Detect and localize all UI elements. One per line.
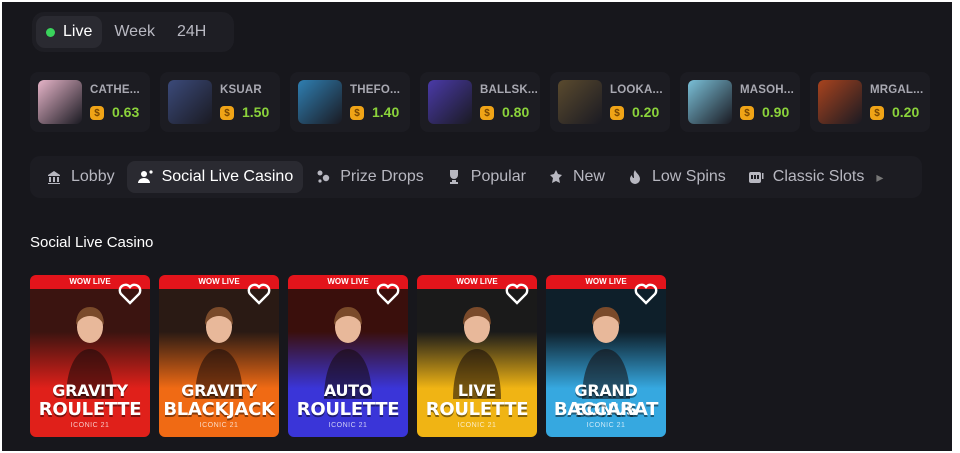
game-title-line1: AUTO	[323, 381, 373, 400]
lobby-icon	[46, 169, 62, 185]
coin-icon: $	[90, 106, 104, 120]
winner-amount: 0.20	[632, 104, 660, 120]
game-provider: ICONIC 21	[586, 422, 626, 429]
winner-amount: 1.50	[242, 104, 270, 120]
coin-icon: $	[220, 106, 234, 120]
game-card[interactable]: WOW LIVE LIVE ROULETTE ICONIC 21	[417, 275, 537, 437]
trophy-icon	[446, 169, 462, 185]
game-provider: ICONIC 21	[328, 422, 368, 429]
game-thumbnail[interactable]	[168, 80, 212, 124]
section-title: Social Live Casino	[30, 234, 154, 251]
winner-name: KSUAR	[220, 84, 262, 96]
category-label: Low Spins	[651, 168, 726, 185]
winner-name: MASOH...	[740, 84, 794, 96]
winner-amount: 0.63	[112, 104, 140, 120]
game-thumbnail[interactable]	[818, 80, 862, 124]
game-thumbnail[interactable]	[298, 80, 342, 124]
category-label: Popular	[470, 168, 526, 185]
game-thumbnail[interactable]	[428, 80, 472, 124]
game-card[interactable]: WOW LIVE GRAND BONUS BACCARAT ICONIC 21	[546, 275, 666, 437]
winner-item[interactable]: BALLSK... $ 0.80	[420, 72, 540, 132]
category-new[interactable]: New	[538, 161, 615, 193]
prize-drops-icon	[315, 169, 331, 185]
game-title-line2: BACCARAT	[553, 399, 659, 420]
game-title-line1: GRAVITY	[52, 381, 128, 400]
recent-winners-strip: CATHE... $ 0.63 KSUAR $ 1.50 THEFO... $ …	[30, 72, 930, 134]
live-status-dot	[46, 27, 55, 37]
game-provider: ICONIC 21	[199, 422, 239, 429]
game-title-line2: ROULETTE	[38, 399, 142, 420]
coin-icon: $	[870, 106, 884, 120]
winner-item[interactable]: CATHE... $ 0.63	[30, 72, 150, 132]
winner-amount: 0.80	[502, 104, 530, 120]
winner-name: THEFO...	[350, 84, 401, 96]
game-cards-row: WOW LIVE GRAVITY ROULETTE ICONIC 21 WOW L…	[30, 275, 666, 437]
winner-amount: 0.90	[762, 104, 790, 120]
coin-icon: $	[610, 106, 624, 120]
tab-week-label: Week	[114, 23, 155, 40]
category-lobby[interactable]: Lobby	[36, 161, 125, 193]
tab-live[interactable]: Live	[36, 16, 103, 48]
winner-name: CATHE...	[90, 84, 140, 96]
category-nav: Lobby Social Live Casino Prize Drops Pop…	[30, 156, 922, 198]
game-title-line1: LIVE	[457, 381, 497, 400]
app-frame: Live Week 24H CATHE... $ 0.63 KSUAR $ 1.…	[2, 2, 952, 451]
favorite-heart-icon[interactable]	[505, 283, 529, 305]
tab-24h-label: 24H	[176, 23, 207, 40]
game-card[interactable]: WOW LIVE GRAVITY BLACKJACK ICONIC 21	[159, 275, 279, 437]
category-social-live-casino[interactable]: Social Live Casino	[126, 161, 304, 193]
winner-item[interactable]: LOOKA... $ 0.20	[550, 72, 670, 132]
flame-icon	[627, 169, 643, 185]
game-thumbnail[interactable]	[688, 80, 732, 124]
game-title-line2: ROULETTE	[296, 399, 400, 420]
category-label: Classic Slots	[772, 168, 865, 185]
coin-icon: $	[350, 106, 364, 120]
winner-amount: 1.40	[372, 104, 400, 120]
time-filter-tabs: Live Week 24H	[32, 12, 234, 52]
coin-icon: $	[740, 106, 754, 120]
winner-item[interactable]: KSUAR $ 1.50	[160, 72, 280, 132]
winner-name: LOOKA...	[610, 84, 663, 96]
live-user-icon	[137, 169, 153, 185]
game-thumbnail[interactable]	[38, 80, 82, 124]
category-label: New	[572, 168, 605, 185]
tab-24h[interactable]: 24H	[167, 16, 216, 48]
category-popular[interactable]: Popular	[436, 161, 536, 193]
favorite-heart-icon[interactable]	[118, 283, 142, 305]
category-low-spins[interactable]: Low Spins	[617, 161, 736, 193]
game-title-line1: GRAVITY	[181, 381, 257, 400]
game-card[interactable]: WOW LIVE AUTO ROULETTE ICONIC 21	[288, 275, 408, 437]
category-label: Lobby	[71, 168, 115, 185]
category-classic-slots[interactable]: Classic Slots	[738, 161, 875, 193]
winner-name: MRGAL...	[870, 84, 924, 96]
category-label: Prize Drops	[340, 168, 424, 185]
tab-week[interactable]: Week	[104, 16, 165, 48]
winner-name: BALLSK...	[480, 84, 539, 96]
game-provider: ICONIC 21	[70, 422, 110, 429]
winner-item[interactable]: THEFO... $ 1.40	[290, 72, 410, 132]
winner-item[interactable]: MASOH... $ 0.90	[680, 72, 800, 132]
winner-amount: 0.20	[892, 104, 920, 120]
slot-machine-icon	[748, 169, 764, 185]
game-card[interactable]: WOW LIVE GRAVITY ROULETTE ICONIC 21	[30, 275, 150, 437]
winner-item[interactable]: MRGAL... $ 0.20	[810, 72, 930, 132]
scroll-more-icon[interactable]: ▸	[876, 161, 886, 193]
favorite-heart-icon[interactable]	[376, 283, 400, 305]
tab-live-label: Live	[63, 23, 93, 40]
favorite-heart-icon[interactable]	[634, 283, 658, 305]
game-thumbnail[interactable]	[558, 80, 602, 124]
favorite-heart-icon[interactable]	[247, 283, 271, 305]
game-title-line2: ROULETTE	[425, 399, 529, 420]
category-label: Social Live Casino	[161, 168, 294, 185]
category-prize-drops[interactable]: Prize Drops	[305, 161, 434, 193]
coin-icon: $	[480, 106, 494, 120]
game-provider: ICONIC 21	[457, 422, 497, 429]
game-title-line2: BLACKJACK	[163, 399, 275, 420]
new-icon	[548, 169, 564, 185]
